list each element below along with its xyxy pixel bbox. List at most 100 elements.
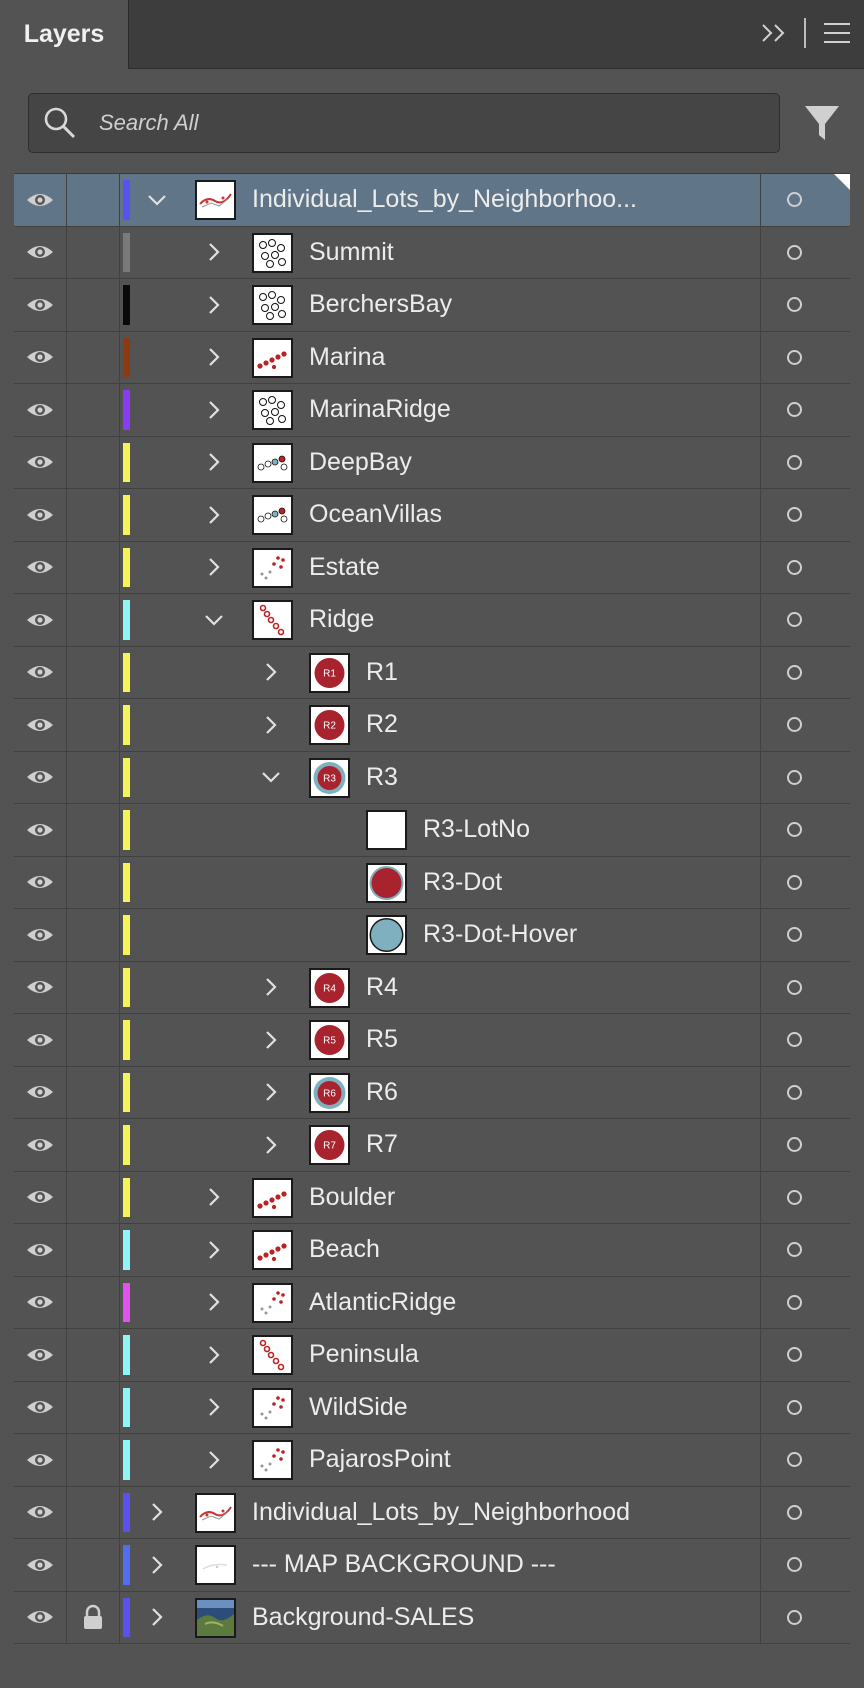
layer-name[interactable]: BerchersBay <box>309 279 452 331</box>
layer-name[interactable]: R6 <box>366 1067 398 1119</box>
lock-toggle[interactable] <box>67 909 120 961</box>
layer-row[interactable]: AtlanticRidge <box>14 1276 851 1329</box>
layer-name[interactable]: R7 <box>366 1119 398 1171</box>
lock-toggle[interactable] <box>67 1434 120 1486</box>
target-circle-icon[interactable] <box>760 646 851 698</box>
target-circle-icon[interactable] <box>760 1381 851 1433</box>
eye-icon[interactable] <box>14 646 67 698</box>
lock-toggle[interactable] <box>67 1539 120 1591</box>
eye-icon[interactable] <box>14 804 67 856</box>
layer-name[interactable]: R1 <box>366 647 398 699</box>
eye-icon[interactable] <box>14 909 67 961</box>
eye-icon[interactable] <box>14 1224 67 1276</box>
eye-icon[interactable] <box>14 174 67 226</box>
lock-toggle[interactable] <box>67 804 120 856</box>
chevron-right-icon[interactable] <box>199 1434 229 1486</box>
layer-row[interactable]: R3-Dot <box>14 856 851 909</box>
chevron-right-icon[interactable] <box>199 227 229 279</box>
target-circle-icon[interactable] <box>760 331 851 383</box>
layer-row[interactable]: Ridge <box>14 594 850 647</box>
layer-name[interactable]: OceanVillas <box>309 489 442 541</box>
eye-icon[interactable] <box>14 699 67 751</box>
chevron-down-icon[interactable] <box>142 174 172 226</box>
chevron-right-icon[interactable] <box>256 962 286 1014</box>
layer-name[interactable]: R2 <box>366 699 398 751</box>
search-icon[interactable] <box>43 106 77 140</box>
chevron-right-icon[interactable] <box>256 1014 286 1066</box>
chevron-right-icon[interactable] <box>199 542 229 594</box>
layer-name[interactable]: R3-Dot-Hover <box>423 909 577 961</box>
layer-name[interactable]: R3-Dot <box>423 857 502 909</box>
layer-row[interactable]: WildSide <box>14 1381 851 1434</box>
hamburger-menu-icon[interactable] <box>822 18 852 48</box>
layer-name[interactable]: Ridge <box>309 594 374 646</box>
layer-name[interactable]: Estate <box>309 542 380 594</box>
chevron-right-icon[interactable] <box>256 647 286 699</box>
lock-toggle[interactable] <box>67 751 120 803</box>
layer-name[interactable]: Peninsula <box>309 1329 419 1381</box>
target-circle-icon[interactable] <box>760 856 851 908</box>
lock-toggle[interactable] <box>67 1329 120 1381</box>
layer-name[interactable]: MarinaRidge <box>309 384 451 436</box>
target-circle-icon[interactable] <box>760 1014 851 1066</box>
chevron-right-icon[interactable] <box>199 1172 229 1224</box>
target-circle-icon[interactable] <box>760 436 851 488</box>
target-circle-icon[interactable] <box>760 909 851 961</box>
layer-name[interactable]: WildSide <box>309 1382 408 1434</box>
layer-row[interactable]: R3-LotNo <box>14 804 850 857</box>
target-circle-icon[interactable] <box>760 1486 851 1538</box>
lock-toggle[interactable] <box>67 646 120 698</box>
chevron-right-icon[interactable] <box>199 437 229 489</box>
eye-icon[interactable] <box>14 1486 67 1538</box>
lock-toggle[interactable] <box>67 1486 120 1538</box>
target-circle-icon[interactable] <box>760 961 851 1013</box>
lock-toggle[interactable] <box>67 436 120 488</box>
eye-icon[interactable] <box>14 384 67 436</box>
lock-toggle[interactable] <box>67 384 120 436</box>
layer-row[interactable]: BerchersBay <box>14 279 850 332</box>
layer-name[interactable]: Individual_Lots_by_Neighborhood <box>252 1487 630 1539</box>
lock-toggle[interactable] <box>67 1224 120 1276</box>
target-circle-icon[interactable] <box>760 1171 851 1223</box>
target-circle-icon[interactable] <box>760 279 851 331</box>
chevron-right-icon[interactable] <box>142 1487 172 1539</box>
lock-toggle[interactable] <box>67 489 120 541</box>
layer-row[interactable]: R1 R1 <box>14 646 851 699</box>
layer-row[interactable]: R3-Dot-Hover <box>14 909 850 962</box>
layer-name[interactable]: Marina <box>309 332 385 384</box>
lock-toggle[interactable] <box>67 961 120 1013</box>
lock-icon[interactable] <box>67 1591 120 1643</box>
layer-name[interactable]: R3-LotNo <box>423 804 530 856</box>
layer-row[interactable]: R7 R7 <box>14 1119 850 1172</box>
layer-name[interactable]: Background-SALES <box>252 1592 474 1644</box>
layer-name[interactable]: PajarosPoint <box>309 1434 451 1486</box>
chevron-right-icon[interactable] <box>199 332 229 384</box>
layer-row[interactable]: Peninsula <box>14 1329 850 1382</box>
chevron-right-icon[interactable] <box>199 1277 229 1329</box>
eye-icon[interactable] <box>14 279 67 331</box>
eye-icon[interactable] <box>14 226 67 278</box>
layer-row[interactable]: --- MAP BACKGROUND --- <box>14 1539 850 1592</box>
target-circle-icon[interactable] <box>760 226 851 278</box>
layer-row[interactable]: DeepBay <box>14 436 851 489</box>
tab-layers[interactable]: Layers <box>0 0 129 69</box>
lock-toggle[interactable] <box>67 174 120 226</box>
chevron-down-icon[interactable] <box>256 752 286 804</box>
lock-toggle[interactable] <box>67 1276 120 1328</box>
eye-icon[interactable] <box>14 1329 67 1381</box>
layer-row[interactable]: Individual_Lots_by_Neighborhood <box>14 1486 851 1539</box>
target-circle-icon[interactable] <box>760 1276 851 1328</box>
layer-row[interactable]: Boulder <box>14 1171 851 1224</box>
eye-icon[interactable] <box>14 1119 67 1171</box>
target-circle-icon[interactable] <box>760 1591 851 1643</box>
lock-toggle[interactable] <box>67 856 120 908</box>
double-chevron-icon[interactable] <box>757 16 791 50</box>
chevron-right-icon[interactable] <box>199 279 229 331</box>
chevron-right-icon[interactable] <box>199 1329 229 1381</box>
target-circle-icon[interactable] <box>760 1224 851 1276</box>
eye-icon[interactable] <box>14 751 67 803</box>
layer-row[interactable]: R3 R3 <box>14 751 850 804</box>
eye-icon[interactable] <box>14 594 67 646</box>
layer-row[interactable]: Estate <box>14 541 850 594</box>
eye-icon[interactable] <box>14 856 67 908</box>
